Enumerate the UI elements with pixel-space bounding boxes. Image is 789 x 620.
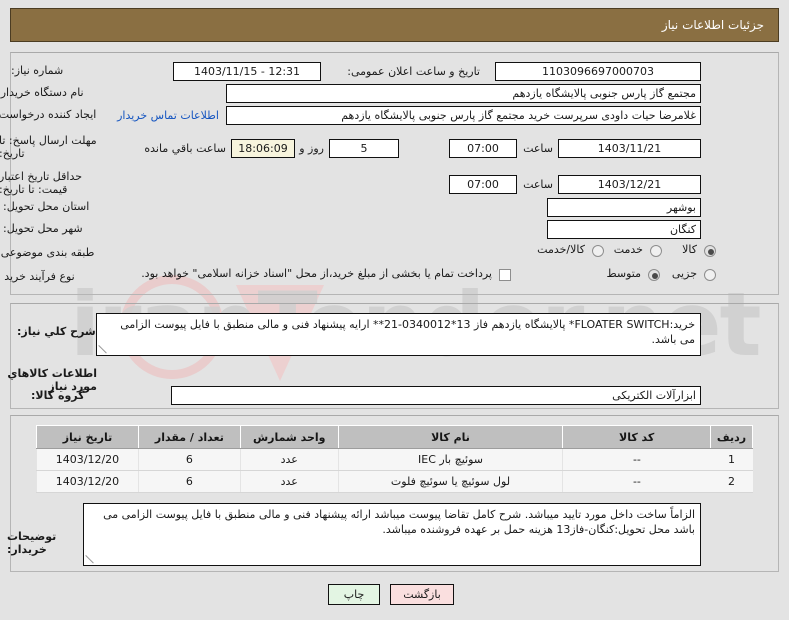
treasury-bonds-label: پرداخت تمام یا بخشی از مبلغ خرید،از محل …	[141, 267, 492, 280]
resize-grip-icon[interactable]	[85, 555, 95, 564]
remaining-days-label: روز و	[299, 142, 324, 155]
city-label: شهر محل تحویل:	[3, 222, 83, 235]
page-header-bar: جزئیات اطلاعات نیاز	[10, 8, 779, 42]
description-textarea[interactable]: خرید:FLOATER SWITCH* پالایشگاه یازدهم فا…	[96, 313, 701, 356]
table-header-row: ردیف کد کالا نام کالا واحد شمارش تعداد /…	[36, 425, 753, 449]
requester-field[interactable]: غلامرضا حیات داودی سرپرست خرید مجتمع گاز…	[226, 106, 701, 125]
cell-code: --	[562, 448, 711, 471]
description-label: شرح کلي نیاز:	[17, 325, 96, 338]
radio-subject-kala[interactable]	[704, 245, 716, 257]
col-unit: واحد شمارش	[239, 425, 339, 449]
buyer-contact-link[interactable]: اطلاعات تماس خریدار	[117, 106, 219, 125]
response-deadline-label: مهلت ارسال پاسخ: تا تاریخ:	[0, 134, 97, 160]
buyer-org-label: نام دستگاه خریدار:	[0, 86, 84, 99]
response-deadline-date-field[interactable]: 1403/11/21	[558, 139, 701, 158]
cell-row: 1	[710, 448, 753, 471]
remaining-days-field: 5	[329, 139, 399, 158]
cell-name: لول سوئیچ یا سوئیچ فلوت	[337, 470, 563, 493]
cell-unit: عدد	[239, 448, 339, 471]
col-need-date: تاریخ نیاز	[36, 425, 139, 449]
province-label: استان محل تحویل:	[3, 200, 90, 213]
response-deadline-time-field[interactable]: 07:00	[449, 139, 517, 158]
description-text: خرید:FLOATER SWITCH* پالایشگاه یازدهم فا…	[120, 318, 695, 346]
response-deadline-time-label: ساعت	[523, 142, 553, 155]
radio-subject-khedmat-label: خدمت	[613, 243, 643, 256]
cell-need-date: 1403/12/20	[36, 470, 139, 493]
page-title: جزئیات اطلاعات نیاز	[661, 18, 764, 32]
cell-qty: 6	[137, 448, 241, 471]
resize-grip-icon[interactable]	[98, 345, 108, 354]
cell-unit: عدد	[239, 470, 339, 493]
goods-group-field[interactable]: ابزارآلات الکتریکی	[171, 386, 701, 405]
announce-datetime-field[interactable]: 1403/11/15 - 12:31	[173, 62, 321, 81]
treasury-bonds-checkbox[interactable]	[499, 269, 511, 281]
need-number-label: شماره نیاز:	[11, 64, 64, 77]
col-row: ردیف	[710, 425, 753, 449]
buyer-notes-text: الزاماً ساخت داخل مورد تایید میباشد. شرح…	[103, 508, 695, 536]
table-row: 1 -- سوئیچ بار IEC عدد 6 1403/12/20	[36, 448, 753, 471]
process-type-label: نوع فرآیند خرید :	[0, 270, 75, 283]
radio-subject-kala-label: کالا	[682, 243, 697, 256]
print-button[interactable]: چاپ	[328, 584, 380, 605]
announce-datetime-label: تاریخ و ساعت اعلان عمومی:	[347, 65, 480, 78]
need-details-page: جزئیات اطلاعات نیاز شماره نیاز: 11030966…	[0, 0, 789, 620]
col-name: نام کالا	[337, 425, 564, 449]
remaining-time-label: ساعت باقي مانده	[144, 142, 226, 155]
need-number-field[interactable]: 1103096697000703	[495, 62, 701, 81]
back-button[interactable]: بازگشت	[390, 584, 454, 605]
remaining-time-field: 18:06:09	[231, 139, 295, 158]
goods-group-label: گروه کالا:	[31, 389, 85, 402]
subject-class-label: طبقه بندی موضوعی:	[0, 246, 95, 259]
cell-name: سوئیچ بار IEC	[337, 448, 563, 471]
cell-code: --	[562, 470, 711, 493]
buyer-org-field[interactable]: مجتمع گاز پارس جنوبی پالایشگاه یازدهم	[226, 84, 701, 103]
col-code: کد کالا	[562, 425, 712, 449]
requester-label: ایجاد کننده درخواست:	[0, 108, 97, 121]
price-validity-label: حداقل تاریخ اعتبار قیمت: تا تاریخ:	[0, 170, 83, 196]
items-table: ردیف کد کالا نام کالا واحد شمارش تعداد /…	[36, 425, 753, 493]
cell-qty: 6	[137, 470, 241, 493]
buyer-notes-textarea[interactable]: الزاماً ساخت داخل مورد تایید میباشد. شرح…	[83, 503, 701, 566]
col-qty: تعداد / مقدار	[137, 425, 241, 449]
radio-subject-khedmat[interactable]	[650, 245, 662, 257]
cell-need-date: 1403/12/20	[36, 448, 139, 471]
radio-process-motevasset[interactable]	[648, 269, 660, 281]
cell-row: 2	[710, 470, 753, 493]
price-validity-time-label: ساعت	[523, 178, 553, 191]
radio-process-jozei[interactable]	[704, 269, 716, 281]
table-row: 2 -- لول سوئیچ یا سوئیچ فلوت عدد 6 1403/…	[36, 470, 753, 493]
price-validity-time-field[interactable]: 07:00	[449, 175, 517, 194]
radio-process-motevasset-label: متوسط	[606, 267, 641, 280]
province-field[interactable]: بوشهر	[547, 198, 701, 217]
price-validity-date-field[interactable]: 1403/12/21	[558, 175, 701, 194]
radio-subject-kala-khedmat[interactable]	[592, 245, 604, 257]
radio-process-jozei-label: جزیی	[671, 267, 697, 280]
radio-subject-kala-khedmat-label: کالا/خدمت	[537, 243, 585, 256]
city-field[interactable]: کنگان	[547, 220, 701, 239]
